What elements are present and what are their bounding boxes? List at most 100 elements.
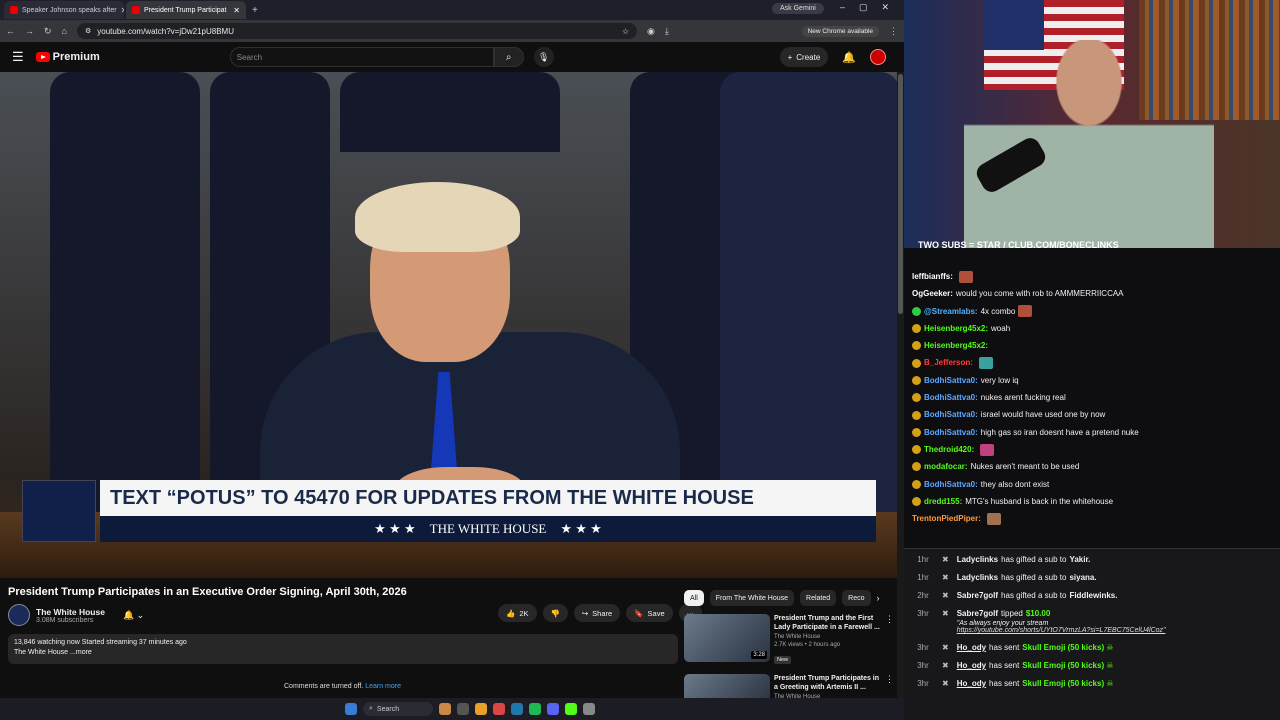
search-icon: ⌕ xyxy=(505,51,512,63)
new-tab-icon[interactable]: + xyxy=(252,5,258,16)
chat-username[interactable]: BodhiSattva0: xyxy=(924,424,978,441)
chat-username[interactable]: Heisenberg45x2: xyxy=(924,337,988,354)
extension-icon[interactable]: ◉ xyxy=(647,26,655,37)
chat-message: BodhiSattva0: they also dont exist xyxy=(912,476,1272,493)
site-info-icon[interactable]: ⚙ xyxy=(85,27,91,35)
forward-icon[interactable]: → xyxy=(25,26,34,36)
notifications-bell-icon[interactable]: 🔔 xyxy=(842,51,856,64)
event-user[interactable]: Ho_ody xyxy=(957,643,986,652)
chat-username[interactable]: BodhiSattva0: xyxy=(924,372,978,389)
file-explorer-icon[interactable] xyxy=(457,703,469,715)
close-tab-icon[interactable]: ✕ xyxy=(233,6,240,15)
close-window-icon[interactable]: ✕ xyxy=(882,2,890,13)
windows-start-icon[interactable] xyxy=(345,703,357,715)
event-content: Sabre7golf has gifted a sub to Fiddlewinks… xyxy=(957,591,1118,600)
chat-username[interactable]: BodhiSattva0: xyxy=(924,389,978,406)
event-user[interactable]: Ladyclinks xyxy=(957,555,998,564)
notification-bell-dropdown[interactable]: 🔔 ⌄ xyxy=(123,610,144,621)
browser-tab-bar: Speaker Johnson speaks after ✕ President… xyxy=(0,0,904,20)
tab-speaker-johnson[interactable]: Speaker Johnson speaks after ✕ xyxy=(4,1,124,19)
chat-username[interactable]: Heisenberg45x2: xyxy=(924,320,988,337)
taskbar-search[interactable]: ⌕ Search xyxy=(363,702,433,716)
chip-recommended[interactable]: Reco xyxy=(842,590,871,606)
president-hair xyxy=(355,182,520,252)
tab-title: Speaker Johnson speaks after xyxy=(22,6,117,14)
share-button[interactable]: ↪ Share xyxy=(573,604,621,622)
youtube-logo[interactable]: Premium xyxy=(35,51,100,63)
video-player[interactable]: TEXT “POTUS” TO 45470 FOR UPDATES FROM T… xyxy=(0,72,897,578)
scrollbar-thumb[interactable] xyxy=(898,74,903,314)
reload-icon[interactable]: ↻ xyxy=(44,26,52,37)
chat-username[interactable]: B_Jefferson: xyxy=(924,354,973,371)
chip-related[interactable]: Related xyxy=(800,590,837,606)
downloads-icon[interactable]: ⤓ xyxy=(665,26,669,37)
chat-username[interactable]: TrentonPiedPiper: xyxy=(912,510,981,527)
recommended-title[interactable]: President Trump Participates in a Greeti… xyxy=(774,674,881,692)
hamburger-menu-icon[interactable]: ☰ xyxy=(12,49,24,65)
chrome-update-badge[interactable]: New Chrome available xyxy=(801,25,879,37)
video-thumbnail[interactable]: 3:28 xyxy=(684,614,770,662)
learn-more-link[interactable]: Learn more xyxy=(365,683,401,690)
folder-icon[interactable] xyxy=(475,703,487,715)
steam-icon[interactable] xyxy=(511,703,523,715)
close-tab-icon[interactable]: ✕ xyxy=(121,6,124,15)
search-input[interactable]: Search xyxy=(229,47,494,67)
kick-event-icon: ✖ xyxy=(942,679,949,688)
app-icon[interactable] xyxy=(439,703,451,715)
chat-username[interactable]: BodhiSattva0: xyxy=(924,406,978,423)
search-button[interactable]: ⌕ xyxy=(493,47,524,67)
recommended-video[interactable]: 3:28 President Trump and the First Lady … xyxy=(684,614,894,666)
bookmark-star-icon[interactable]: ☆ xyxy=(622,27,629,36)
url-field[interactable]: ⚙ youtube.com/watch?v=jDw21pU8BMU ☆ xyxy=(76,23,637,39)
back-icon[interactable]: ← xyxy=(6,26,15,36)
save-button[interactable]: 🔖 Save xyxy=(626,604,673,622)
chat-username[interactable]: @Streamlabs: xyxy=(924,303,978,320)
event-user[interactable]: Sabre7golf xyxy=(957,609,998,618)
chat-text: 4x combo xyxy=(980,306,1016,316)
event-user[interactable]: Ladyclinks xyxy=(957,573,998,582)
chat-badge-icon xyxy=(912,462,921,472)
dislike-button[interactable]: 👎 xyxy=(542,604,568,622)
event-content: Ladyclinks has gifted a sub to siyana. xyxy=(957,573,1097,582)
event-user[interactable]: Ho_ody xyxy=(957,661,986,670)
browser-menu-icon[interactable]: ⋮ xyxy=(889,26,898,37)
discord-icon[interactable] xyxy=(547,703,559,715)
more-options-icon[interactable]: ⋮ xyxy=(885,614,894,666)
chat-username[interactable]: leffbianffs: xyxy=(912,268,953,285)
app-icon[interactable] xyxy=(583,703,595,715)
ask-gemini-button[interactable]: Ask Gemini xyxy=(772,3,824,14)
chrome-icon[interactable] xyxy=(493,703,505,715)
description-box[interactable]: 13,846 watching now Started streaming 37… xyxy=(8,634,678,664)
page-scrollbar[interactable] xyxy=(897,72,904,698)
chat-emote-icon xyxy=(1018,305,1033,318)
channel-avatar[interactable] xyxy=(8,604,30,626)
stream-events: 1hr ✖ Ladyclinks has gifted a sub to Yakir. 1… xyxy=(904,548,1280,720)
chat-username[interactable]: modafocar: xyxy=(924,458,968,475)
event-user[interactable]: Ho_ody xyxy=(957,679,986,688)
kick-icon[interactable] xyxy=(565,703,577,715)
chat-username[interactable]: OgGeeker: xyxy=(912,285,953,302)
channel-name[interactable]: The White House xyxy=(36,607,105,617)
tab-president-trump[interactable]: President Trump Participat ✕ xyxy=(126,1,246,19)
chat-message: BodhiSattva0: israel would have used one … xyxy=(912,406,1272,423)
chat-emote-icon xyxy=(986,512,1001,525)
recommended-title[interactable]: President Trump and the First Lady Parti… xyxy=(774,614,881,632)
chip-all[interactable]: All xyxy=(684,590,704,606)
tip-link[interactable]: https://youtube.com/shorts/UYtO7VrmzLA?s… xyxy=(957,627,1166,634)
event-content: Ho_ody has sent Skull Emoji (50 kicks) ☠ xyxy=(957,679,1114,688)
chip-from-white-house[interactable]: From The White House xyxy=(709,590,795,606)
maximize-icon[interactable]: ▢ xyxy=(859,2,868,13)
chevron-right-icon[interactable]: › xyxy=(877,593,880,603)
chat-username[interactable]: BodhiSattva0: xyxy=(924,476,978,493)
chat-username[interactable]: dredd155: xyxy=(924,493,962,510)
create-button[interactable]: + Create xyxy=(779,47,829,67)
voice-search-button[interactable]: 🎙 xyxy=(533,47,554,67)
home-icon[interactable]: ⌂ xyxy=(62,26,67,36)
spotify-icon[interactable] xyxy=(529,703,541,715)
chat-username[interactable]: Thedroid420: xyxy=(924,441,974,458)
account-avatar[interactable] xyxy=(870,49,886,65)
event-user[interactable]: Sabre7golf xyxy=(957,591,998,600)
event-time: 2hr xyxy=(917,591,929,600)
minimize-icon[interactable]: – xyxy=(840,2,845,13)
like-button[interactable]: 👍 2K xyxy=(498,604,537,622)
